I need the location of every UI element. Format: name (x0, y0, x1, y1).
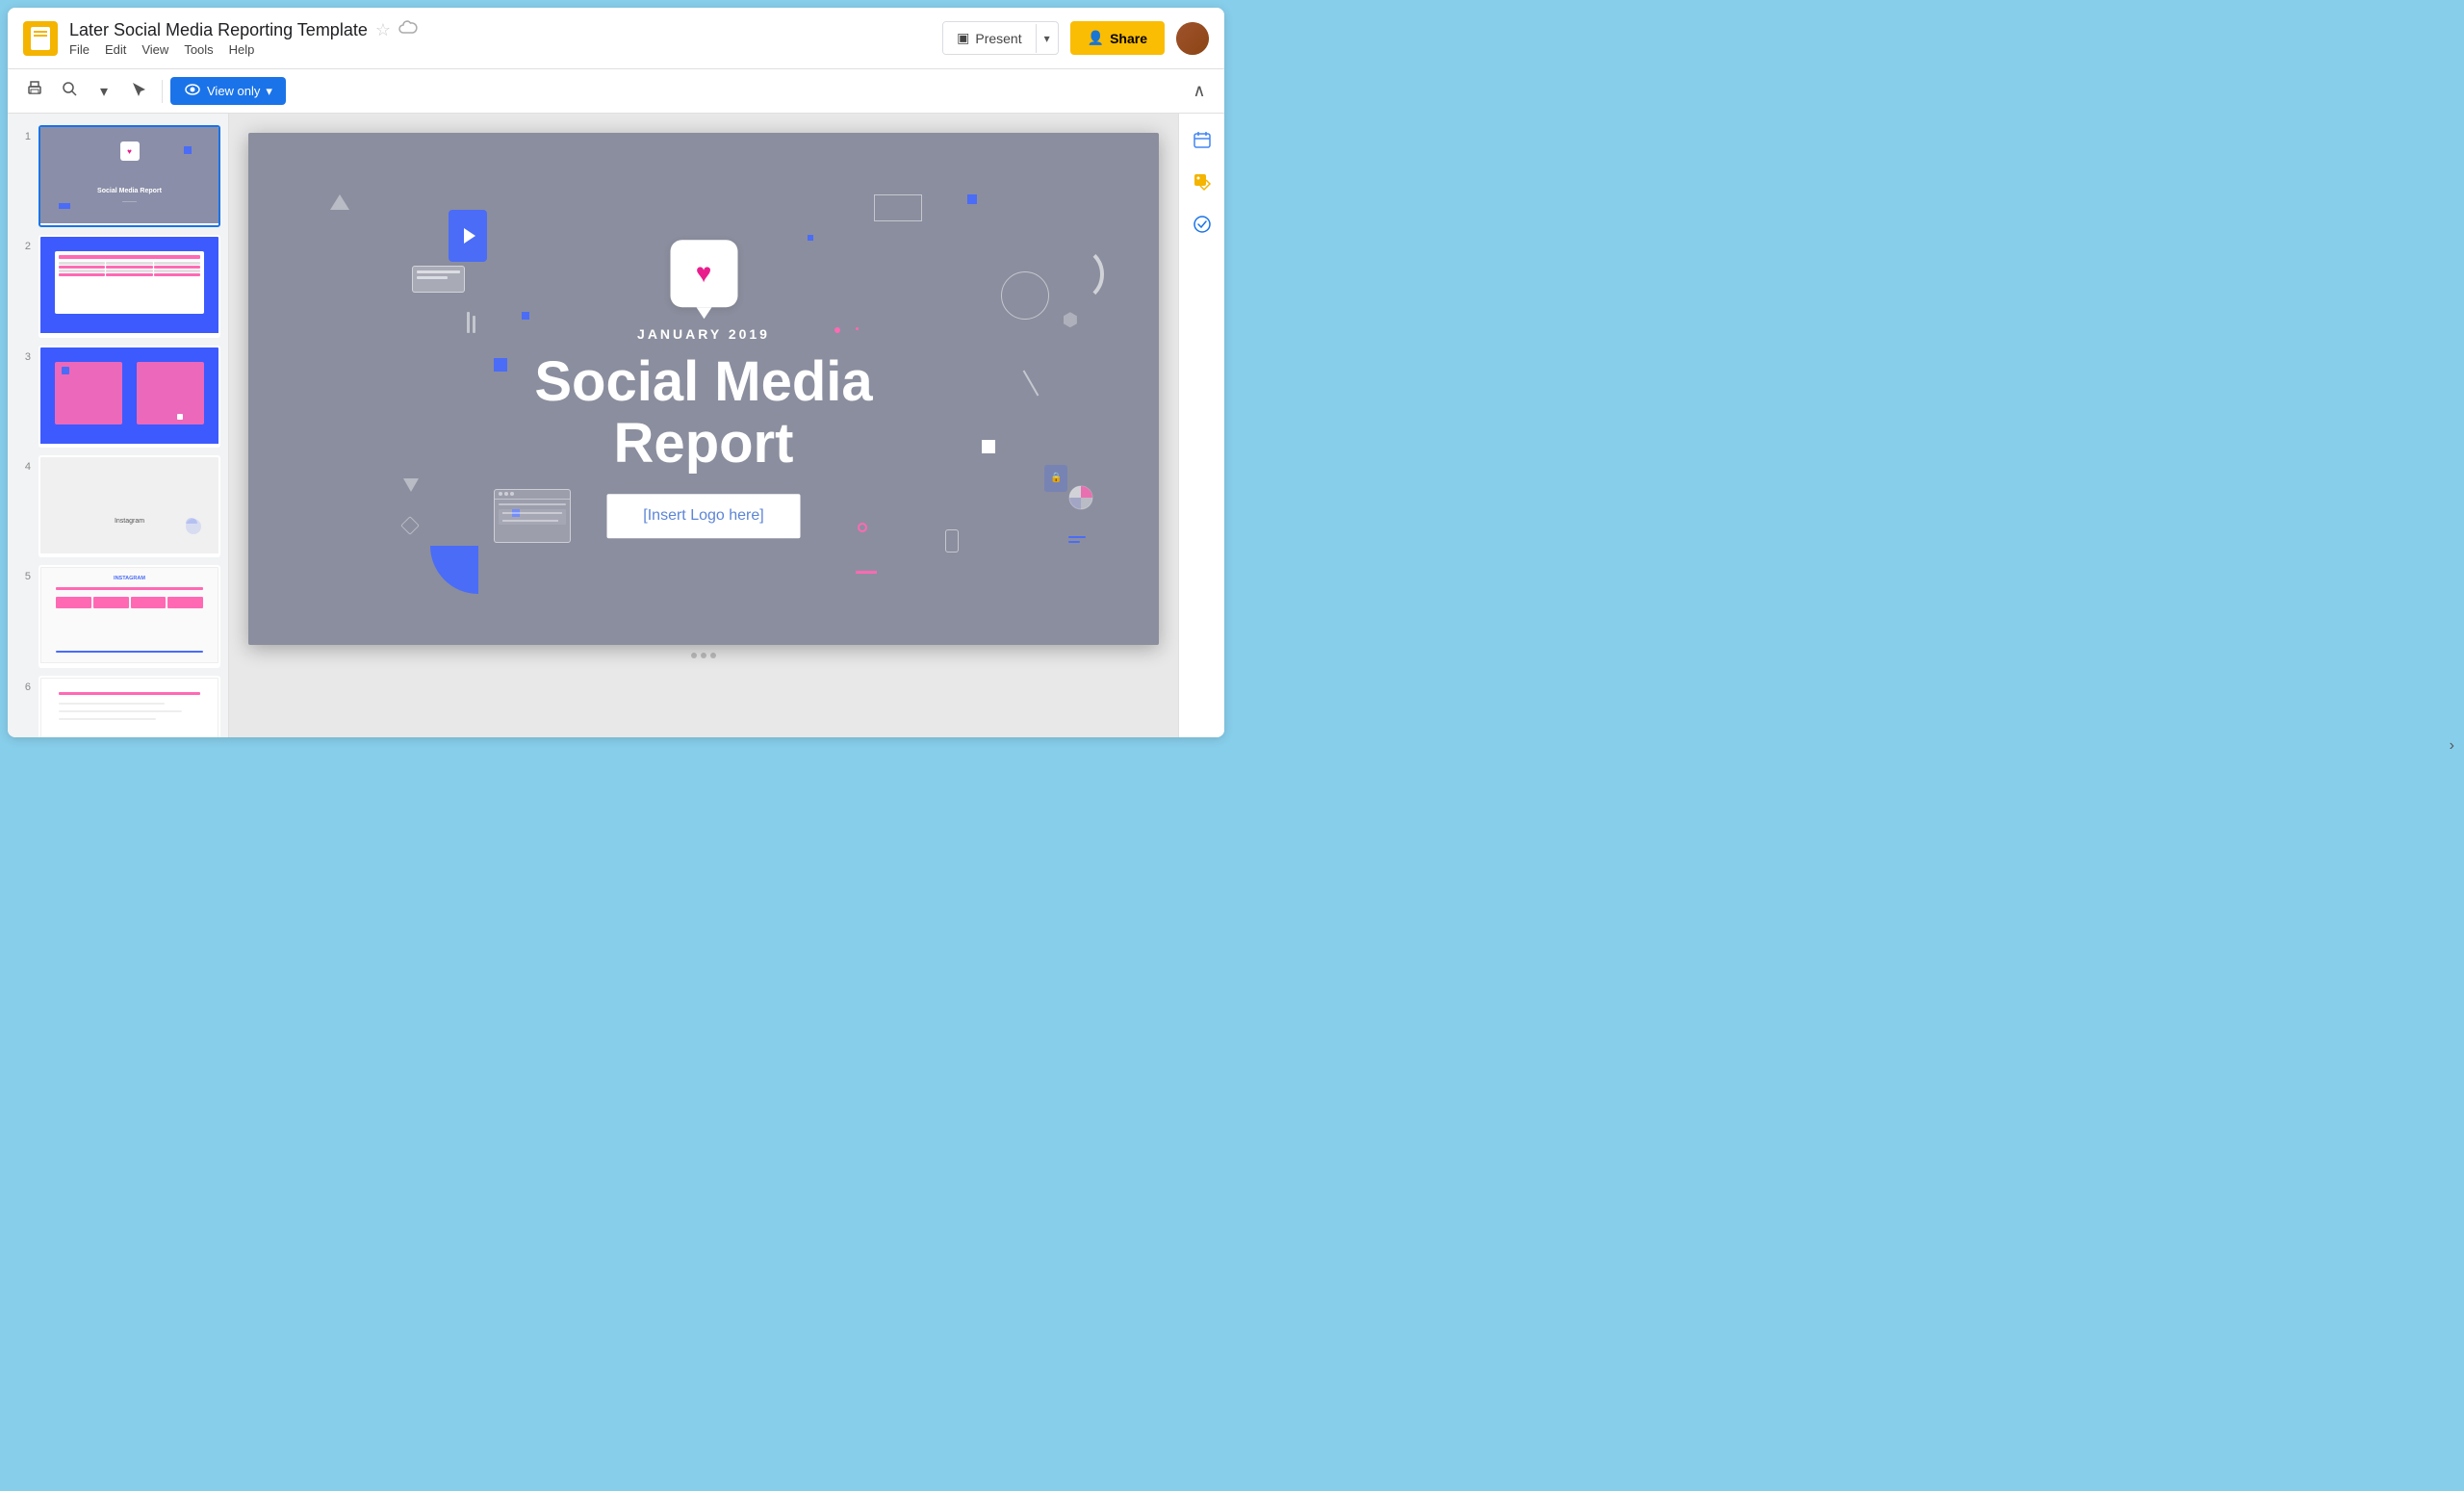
deco-white-sq-1 (982, 440, 995, 453)
deco-blue-quarter-circle (430, 546, 478, 594)
menu-tools[interactable]: Tools (184, 42, 213, 57)
print-button[interactable] (19, 76, 50, 107)
slide-thumbnail-2 (38, 235, 220, 337)
main-content: 1 ♥ Social Media Report ────── (8, 114, 1224, 737)
menu-view[interactable]: View (141, 42, 168, 57)
menu-edit[interactable]: Edit (105, 42, 126, 57)
cloud-icon (398, 20, 418, 40)
slide-number-4: 4 (15, 461, 31, 473)
deco-pencil (1022, 370, 1039, 396)
cursor-button[interactable] (123, 76, 154, 107)
slide-heart-icon: ♥ (670, 240, 737, 307)
slide-thumbnail-3 (38, 346, 220, 448)
deco-circle-outline-1 (1001, 271, 1049, 320)
deco-blue-lines-right (1068, 536, 1086, 543)
check-sidebar-button[interactable] (1185, 210, 1219, 244)
slide-center-content: ♥ JANUARY 2019 Social Media Report [Inse… (476, 240, 932, 538)
app-container: Later Social Media Reporting Template ☆ … (8, 8, 1224, 737)
zoom-icon (61, 80, 78, 102)
chevron-down-icon: ▾ (100, 82, 108, 101)
document-title: Later Social Media Reporting Template (69, 20, 368, 40)
slide-item-5[interactable]: 5 INSTAGRAM (8, 561, 228, 671)
toolbar-separator (162, 80, 163, 103)
right-sidebar (1178, 114, 1224, 737)
view-only-dropdown-icon: ▾ (266, 84, 272, 99)
slide-number-5: 5 (15, 571, 31, 582)
present-button-group[interactable]: ▣ Present ▾ (942, 21, 1059, 55)
slide-logo-placeholder: [Insert Logo here] (643, 507, 763, 524)
slide-thumbnail-1: ♥ Social Media Report ────── (38, 125, 220, 227)
tag-sidebar-button[interactable] (1185, 167, 1219, 202)
menu-file[interactable]: File (69, 42, 90, 57)
calendar-sidebar-button[interactable] (1185, 125, 1219, 160)
canvas-area: 🔒 (229, 114, 1178, 737)
print-icon (26, 80, 43, 102)
slide-date: JANUARY 2019 (476, 326, 932, 342)
header: Later Social Media Reporting Template ☆ … (8, 8, 1224, 69)
slide-thumbnail-4: Instagram (38, 455, 220, 557)
slide-number-3: 3 (15, 351, 31, 363)
deco-pink-line (856, 571, 877, 574)
slide-number-2: 2 (15, 241, 31, 252)
slide-thumbnail-5: INSTAGRAM (38, 565, 220, 667)
slide-number-1: 1 (15, 131, 31, 142)
deco-phone-outline (945, 529, 959, 553)
zoom-button[interactable] (54, 76, 85, 107)
star-icon[interactable]: ☆ (375, 20, 391, 40)
deco-diamond (400, 516, 420, 535)
app-logo (23, 21, 58, 56)
zoom-dropdown-button[interactable]: ▾ (89, 76, 119, 107)
deco-triangle-outline (403, 478, 419, 492)
deco-blue-sq-3 (967, 194, 977, 204)
toolbar: ▾ View only ▾ ∧ (8, 69, 1224, 114)
present-button[interactable]: ▣ Present (943, 22, 1035, 54)
deco-badge-icon: 🔒 (1044, 465, 1067, 492)
avatar[interactable] (1176, 22, 1209, 55)
present-dropdown-button[interactable]: ▾ (1036, 24, 1058, 53)
slide-item-3[interactable]: 3 (8, 342, 228, 451)
deco-pie-chart (1066, 483, 1095, 512)
eye-icon (184, 83, 201, 99)
share-button[interactable]: 👤 Share (1070, 21, 1165, 55)
chevron-up-icon: ∧ (1193, 81, 1205, 101)
toolbar-collapse-button[interactable]: ∧ (1186, 78, 1213, 105)
present-label: Present (975, 31, 1021, 46)
slide-item-2[interactable]: 2 (8, 231, 228, 341)
slides-panel: 1 ♥ Social Media Report ────── (8, 114, 229, 737)
check-circle-icon (1193, 215, 1212, 240)
slide-item-1[interactable]: 1 ♥ Social Media Report ────── (8, 121, 228, 231)
header-title-section: Later Social Media Reporting Template ☆ … (69, 20, 942, 57)
deco-triangle-1 (330, 194, 349, 210)
view-only-label: View only (207, 84, 260, 98)
slide-title: Social Media Report (476, 351, 932, 475)
slide-thumbnail-6: source (38, 676, 220, 737)
deco-chat-bubble (412, 266, 465, 293)
canvas-dots (691, 653, 716, 658)
present-icon: ▣ (957, 30, 969, 46)
cursor-icon (131, 81, 146, 101)
deco-arc-1 (1046, 245, 1104, 303)
share-label: Share (1110, 31, 1147, 46)
deco-vert-bars (467, 312, 475, 333)
deco-rect-outline-1 (874, 194, 922, 221)
calendar-icon (1193, 130, 1212, 155)
deco-pentagon-1 (1064, 312, 1077, 327)
slide-item-6[interactable]: 6 source (8, 672, 228, 737)
slide-logo-box: [Insert Logo here] (606, 494, 800, 538)
slide-number-6: 6 (15, 681, 31, 693)
menu-help[interactable]: Help (229, 42, 255, 57)
main-slide-canvas: 🔒 (248, 133, 1159, 645)
tag-icon (1193, 172, 1212, 197)
slide-item-4[interactable]: 4 Instagram (8, 451, 228, 561)
menu-bar: File Edit View Tools Help (69, 42, 942, 57)
header-actions: ▣ Present ▾ 👤 Share (942, 21, 1209, 55)
share-icon: 👤 (1088, 30, 1104, 46)
view-only-button[interactable]: View only ▾ (170, 77, 286, 105)
